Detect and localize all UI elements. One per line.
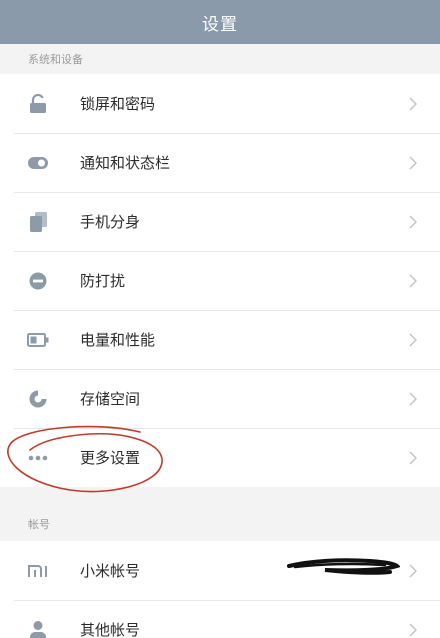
settings-item-label: 存储空间 xyxy=(80,390,141,408)
settings-item-label: 防打扰 xyxy=(80,272,126,290)
do-not-disturb-icon xyxy=(26,269,50,293)
chevron-right-icon xyxy=(406,153,420,173)
chevron-right-icon xyxy=(406,330,420,350)
settings-item-do-not-disturb[interactable]: 防打扰 xyxy=(0,251,440,310)
settings-group-system-devices: 锁屏和密码 通知和状态栏 手机分身 防打扰 电量和性能 存储空间 更多设置 xyxy=(0,74,440,487)
toggle-icon xyxy=(26,151,50,175)
chevron-right-icon xyxy=(406,94,420,114)
chevron-right-icon xyxy=(406,561,420,581)
person-icon xyxy=(26,618,50,638)
section-header-system-devices: 系统和设备 xyxy=(0,44,440,74)
settings-item-label: 锁屏和密码 xyxy=(80,95,156,113)
section-header-accounts: 帐号 xyxy=(0,487,440,541)
settings-item-second-space[interactable]: 手机分身 xyxy=(0,192,440,251)
chevron-right-icon xyxy=(406,620,420,638)
phone-clone-icon xyxy=(26,210,50,234)
chevron-right-icon xyxy=(406,212,420,232)
settings-item-notifications-status-bar[interactable]: 通知和状态栏 xyxy=(0,133,440,192)
storage-pie-icon xyxy=(26,387,50,411)
settings-item-label: 通知和状态栏 xyxy=(80,154,171,172)
settings-item-mi-account[interactable]: 小米帐号 xyxy=(0,541,440,600)
page-title: 设置 xyxy=(202,14,238,35)
settings-item-label: 电量和性能 xyxy=(80,331,156,349)
settings-item-storage[interactable]: 存储空间 xyxy=(0,369,440,428)
mi-logo-icon xyxy=(26,559,50,583)
chevron-right-icon xyxy=(406,448,420,468)
settings-item-label: 小米帐号 xyxy=(80,562,141,580)
settings-item-label: 手机分身 xyxy=(80,213,141,231)
battery-icon xyxy=(26,328,50,352)
settings-item-label: 其他帐号 xyxy=(80,621,141,638)
more-dots-icon xyxy=(26,446,50,470)
settings-item-other-accounts[interactable]: 其他帐号 xyxy=(0,600,440,638)
settings-item-battery-performance[interactable]: 电量和性能 xyxy=(0,310,440,369)
lock-icon xyxy=(26,92,50,116)
settings-group-accounts: 小米帐号 其他帐号 xyxy=(0,541,440,638)
chevron-right-icon xyxy=(406,389,420,409)
chevron-right-icon xyxy=(406,271,420,291)
title-bar: 设置 xyxy=(0,0,440,44)
settings-screen: 设置 系统和设备 锁屏和密码 通知和状态栏 手机分身 防打扰 电量和性能 存储空… xyxy=(0,0,440,638)
settings-item-more-settings[interactable]: 更多设置 xyxy=(0,428,440,487)
settings-item-lock-screen-password[interactable]: 锁屏和密码 xyxy=(0,74,440,133)
settings-item-label: 更多设置 xyxy=(80,449,141,467)
